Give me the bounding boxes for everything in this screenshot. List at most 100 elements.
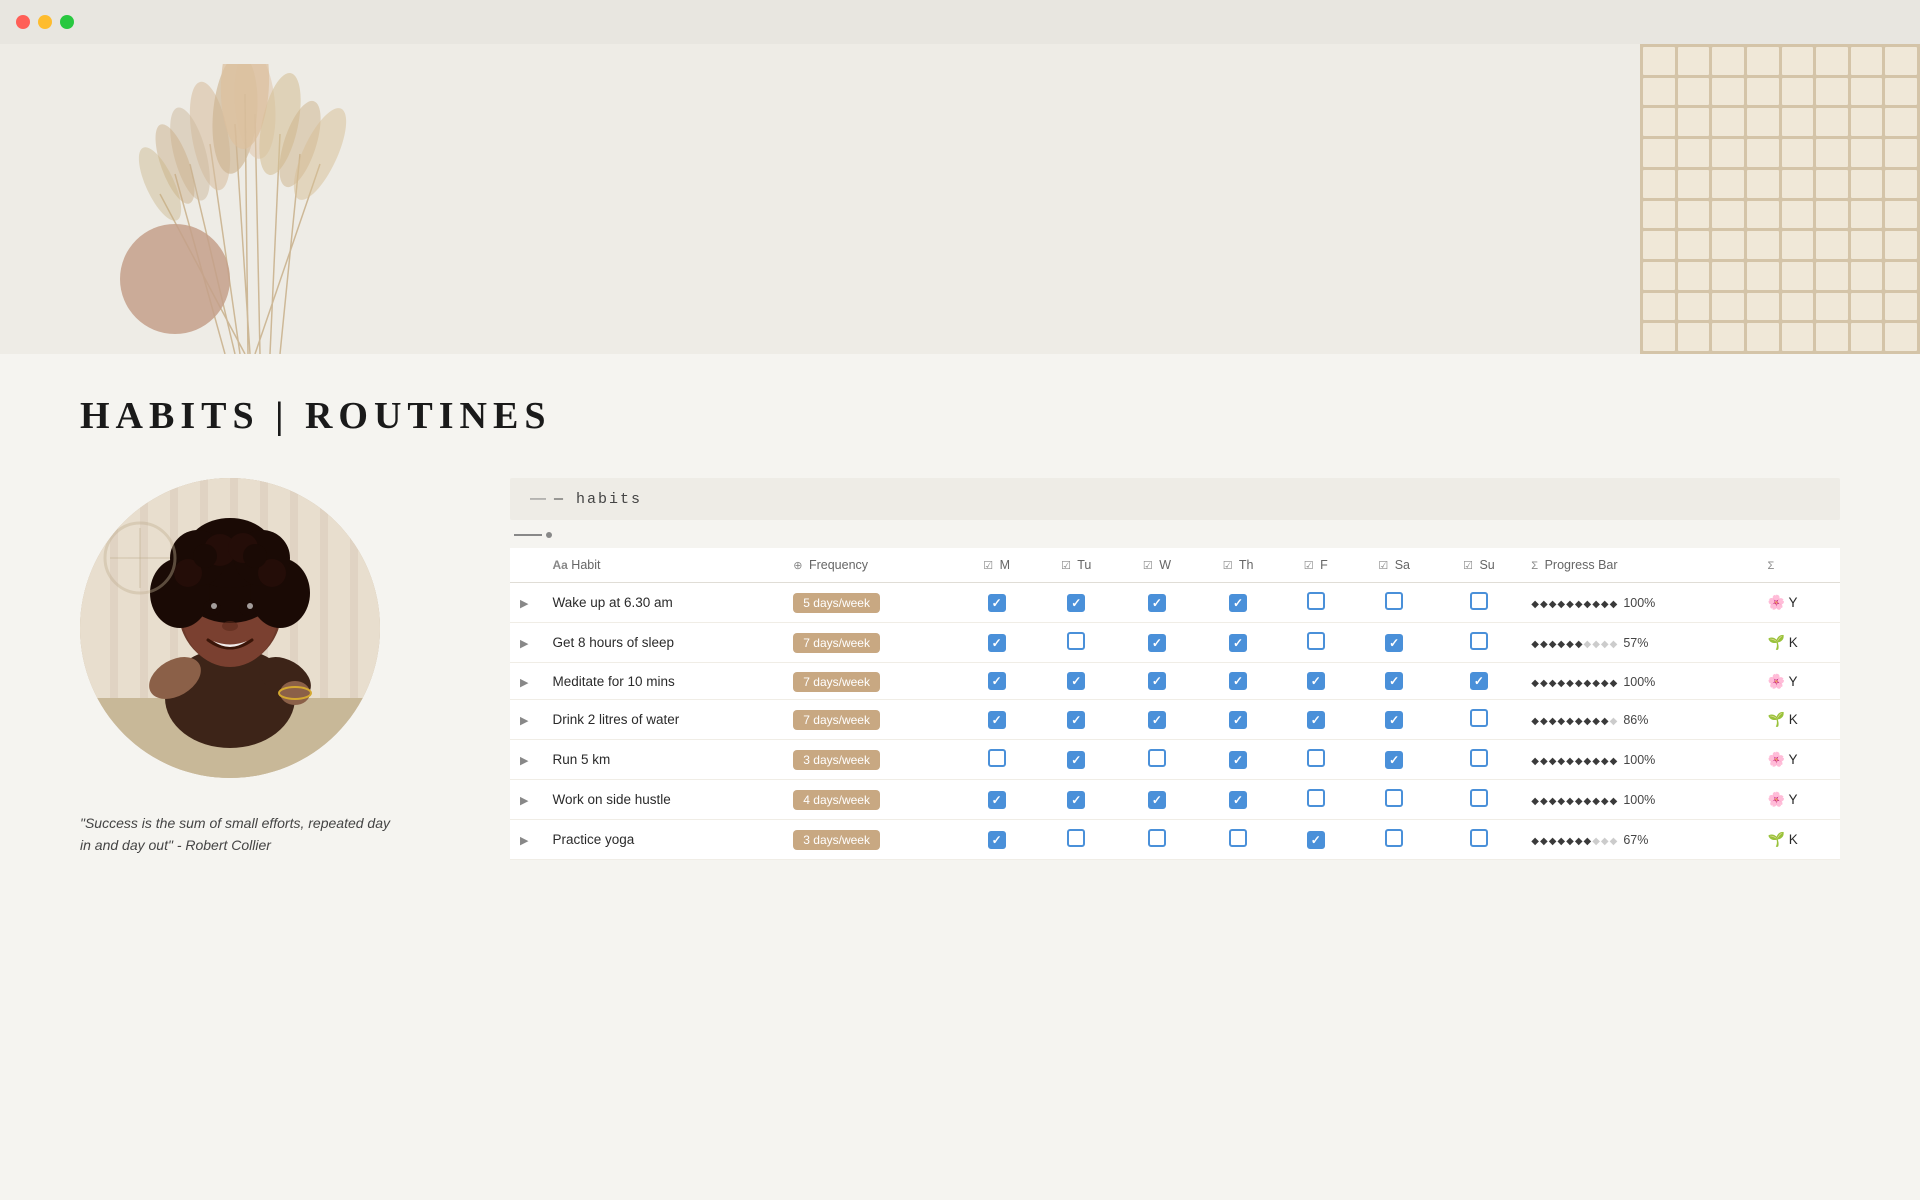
checkbox-tue[interactable]: ✓ — [1067, 711, 1085, 729]
checkbox-tue[interactable]: ✓ — [1067, 594, 1085, 612]
checkbox-sun[interactable] — [1470, 592, 1488, 610]
checkbox-mon[interactable]: ✓ — [988, 711, 1006, 729]
checkbox-thu[interactable]: ✓ — [1229, 711, 1247, 729]
checkbox-mon[interactable]: ✓ — [988, 634, 1006, 652]
day-tue-cell[interactable] — [1035, 623, 1117, 663]
checkbox-wed[interactable]: ✓ — [1148, 711, 1166, 729]
day-tue-cell[interactable]: ✓ — [1035, 780, 1117, 820]
checkbox-wed[interactable] — [1148, 829, 1166, 847]
checkbox-mon[interactable] — [988, 749, 1006, 767]
checkbox-fri[interactable] — [1307, 789, 1325, 807]
expand-arrow-icon[interactable]: ▶ — [520, 715, 528, 727]
expand-arrow-icon[interactable]: ▶ — [520, 835, 528, 847]
expand-arrow-cell[interactable]: ▶ — [510, 583, 542, 623]
day-fri-cell[interactable]: ✓ — [1280, 663, 1352, 700]
maximize-button[interactable] — [60, 15, 74, 29]
checkbox-tue[interactable] — [1067, 632, 1085, 650]
day-fri-cell[interactable] — [1280, 583, 1352, 623]
checkbox-fri[interactable]: ✓ — [1307, 672, 1325, 690]
day-thu-cell[interactable]: ✓ — [1196, 583, 1279, 623]
checkbox-sat[interactable] — [1385, 592, 1403, 610]
day-mon-cell[interactable] — [958, 740, 1035, 780]
day-sat-cell[interactable] — [1352, 583, 1437, 623]
checkbox-mon[interactable]: ✓ — [988, 594, 1006, 612]
day-fri-cell[interactable]: ✓ — [1280, 700, 1352, 740]
day-fri-cell[interactable]: ✓ — [1280, 820, 1352, 860]
day-tue-cell[interactable]: ✓ — [1035, 583, 1117, 623]
day-fri-cell[interactable] — [1280, 623, 1352, 663]
expand-arrow-icon[interactable]: ▶ — [520, 795, 528, 807]
day-thu-cell[interactable] — [1196, 820, 1279, 860]
checkbox-fri[interactable]: ✓ — [1307, 711, 1325, 729]
day-thu-cell[interactable]: ✓ — [1196, 700, 1279, 740]
day-sat-cell[interactable] — [1352, 820, 1437, 860]
day-fri-cell[interactable] — [1280, 740, 1352, 780]
day-mon-cell[interactable]: ✓ — [958, 780, 1035, 820]
day-fri-cell[interactable] — [1280, 780, 1352, 820]
day-tue-cell[interactable] — [1035, 820, 1117, 860]
checkbox-thu[interactable]: ✓ — [1229, 594, 1247, 612]
checkbox-tue[interactable]: ✓ — [1067, 751, 1085, 769]
day-sat-cell[interactable]: ✓ — [1352, 700, 1437, 740]
checkbox-fri[interactable] — [1307, 749, 1325, 767]
checkbox-sun[interactable] — [1470, 829, 1488, 847]
day-thu-cell[interactable]: ✓ — [1196, 623, 1279, 663]
expand-arrow-icon[interactable]: ▶ — [520, 638, 528, 650]
checkbox-sat[interactable]: ✓ — [1385, 711, 1403, 729]
day-wed-cell[interactable] — [1117, 820, 1196, 860]
expand-arrow-icon[interactable]: ▶ — [520, 677, 528, 689]
minimize-button[interactable] — [38, 15, 52, 29]
checkbox-fri[interactable] — [1307, 592, 1325, 610]
day-sun-cell[interactable]: ✓ — [1437, 663, 1522, 700]
day-wed-cell[interactable]: ✓ — [1117, 663, 1196, 700]
day-sun-cell[interactable] — [1437, 583, 1522, 623]
expand-arrow-cell[interactable]: ▶ — [510, 740, 542, 780]
checkbox-tue[interactable]: ✓ — [1067, 672, 1085, 690]
checkbox-sun[interactable] — [1470, 709, 1488, 727]
checkbox-sun[interactable] — [1470, 632, 1488, 650]
day-sun-cell[interactable] — [1437, 780, 1522, 820]
day-sat-cell[interactable]: ✓ — [1352, 740, 1437, 780]
expand-arrow-cell[interactable]: ▶ — [510, 820, 542, 860]
checkbox-thu[interactable]: ✓ — [1229, 634, 1247, 652]
expand-arrow-cell[interactable]: ▶ — [510, 623, 542, 663]
day-tue-cell[interactable]: ✓ — [1035, 663, 1117, 700]
checkbox-thu[interactable] — [1229, 829, 1247, 847]
checkbox-sat[interactable] — [1385, 829, 1403, 847]
day-wed-cell[interactable]: ✓ — [1117, 623, 1196, 663]
day-wed-cell[interactable] — [1117, 740, 1196, 780]
expand-arrow-cell[interactable]: ▶ — [510, 663, 542, 700]
day-mon-cell[interactable]: ✓ — [958, 623, 1035, 663]
day-thu-cell[interactable]: ✓ — [1196, 780, 1279, 820]
checkbox-wed[interactable]: ✓ — [1148, 594, 1166, 612]
day-mon-cell[interactable]: ✓ — [958, 663, 1035, 700]
checkbox-sat[interactable]: ✓ — [1385, 751, 1403, 769]
expand-arrow-icon[interactable]: ▶ — [520, 598, 528, 610]
day-wed-cell[interactable]: ✓ — [1117, 583, 1196, 623]
close-button[interactable] — [16, 15, 30, 29]
checkbox-sat[interactable]: ✓ — [1385, 672, 1403, 690]
day-mon-cell[interactable]: ✓ — [958, 820, 1035, 860]
checkbox-tue[interactable]: ✓ — [1067, 791, 1085, 809]
day-mon-cell[interactable]: ✓ — [958, 583, 1035, 623]
expand-arrow-cell[interactable]: ▶ — [510, 780, 542, 820]
day-sat-cell[interactable] — [1352, 780, 1437, 820]
checkbox-wed[interactable]: ✓ — [1148, 634, 1166, 652]
checkbox-thu[interactable]: ✓ — [1229, 751, 1247, 769]
checkbox-fri[interactable]: ✓ — [1307, 831, 1325, 849]
checkbox-mon[interactable]: ✓ — [988, 831, 1006, 849]
day-thu-cell[interactable]: ✓ — [1196, 740, 1279, 780]
day-mon-cell[interactable]: ✓ — [958, 700, 1035, 740]
day-sun-cell[interactable] — [1437, 820, 1522, 860]
expand-arrow-cell[interactable]: ▶ — [510, 700, 542, 740]
day-tue-cell[interactable]: ✓ — [1035, 740, 1117, 780]
day-sat-cell[interactable]: ✓ — [1352, 663, 1437, 700]
expand-arrow-icon[interactable]: ▶ — [520, 755, 528, 767]
checkbox-fri[interactable] — [1307, 632, 1325, 650]
day-wed-cell[interactable]: ✓ — [1117, 700, 1196, 740]
day-thu-cell[interactable]: ✓ — [1196, 663, 1279, 700]
checkbox-tue[interactable] — [1067, 829, 1085, 847]
checkbox-wed[interactable]: ✓ — [1148, 672, 1166, 690]
checkbox-sat[interactable]: ✓ — [1385, 634, 1403, 652]
checkbox-sun[interactable]: ✓ — [1470, 672, 1488, 690]
